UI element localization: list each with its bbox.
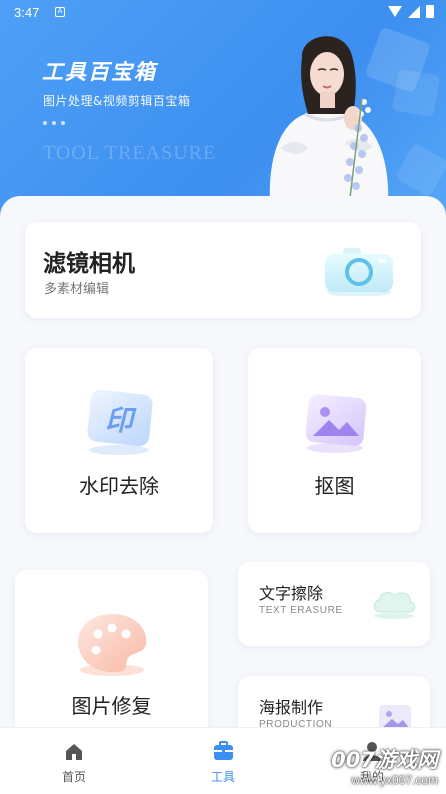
notification-icon: A xyxy=(55,7,65,17)
filter-camera-title: 滤镜相机 xyxy=(43,251,135,277)
wifi-icon xyxy=(388,6,402,17)
status-time: 3:47 xyxy=(14,5,40,20)
toolbox-icon xyxy=(214,741,233,760)
page-subtitle: 图片处理&视频剪辑百宝箱 xyxy=(43,94,191,108)
site-watermark: 007游戏网 www.yx007.com xyxy=(331,744,444,792)
palette-icon xyxy=(77,614,146,676)
battery-icon xyxy=(426,5,434,18)
image-repair-label: 图片修复 xyxy=(71,694,152,718)
watermark-removal-card[interactable]: 印 水印去除 xyxy=(25,348,213,533)
cloud-icon xyxy=(373,592,416,619)
image-repair-card[interactable]: 图片修复 xyxy=(15,570,208,750)
site-watermark-name: 007游戏网 xyxy=(331,748,438,772)
watermark-removal-label: 水印去除 xyxy=(79,474,159,498)
decor-cube xyxy=(394,142,446,198)
nav-tools-label: 工具 xyxy=(210,770,235,784)
site-watermark-url: www.yx007.com xyxy=(351,773,438,787)
home-icon xyxy=(66,744,82,760)
text-erasure-card[interactable]: 文字擦除 TEXT ERASURE xyxy=(238,562,430,646)
system-icons xyxy=(388,5,434,18)
svg-text:印: 印 xyxy=(105,404,137,437)
text-erasure-title: 文字擦除 xyxy=(259,584,324,603)
nav-home-label: 首页 xyxy=(61,770,86,784)
cutout-label: 抠图 xyxy=(314,474,355,498)
status-bar: 3:47 A xyxy=(0,0,446,26)
image-icon xyxy=(305,394,366,453)
dots-decor xyxy=(43,121,65,125)
poster-title: 海报制作 xyxy=(259,698,324,717)
page-title: 工具百宝箱 xyxy=(42,61,157,84)
stamp-icon: 印 xyxy=(87,389,153,455)
filter-camera-card[interactable]: 滤镜相机 多素材编辑 xyxy=(25,222,421,318)
nav-home[interactable]: 首页 xyxy=(24,728,124,794)
nav-tools[interactable]: 工具 xyxy=(173,728,273,794)
camera-icon xyxy=(325,248,393,296)
cutout-card[interactable]: 抠图 xyxy=(248,348,421,533)
text-erasure-subtitle: TEXT ERASURE xyxy=(259,605,343,616)
signal-icon xyxy=(408,5,420,18)
app-root: 3:47 A 工具百宝箱 图片处理&视频剪辑百宝箱 TOOL TREASURE xyxy=(0,0,446,794)
model-illustration xyxy=(269,36,389,203)
header-watermark-text: TOOL TREASURE xyxy=(43,142,217,164)
filter-camera-subtitle: 多素材编辑 xyxy=(44,282,110,297)
